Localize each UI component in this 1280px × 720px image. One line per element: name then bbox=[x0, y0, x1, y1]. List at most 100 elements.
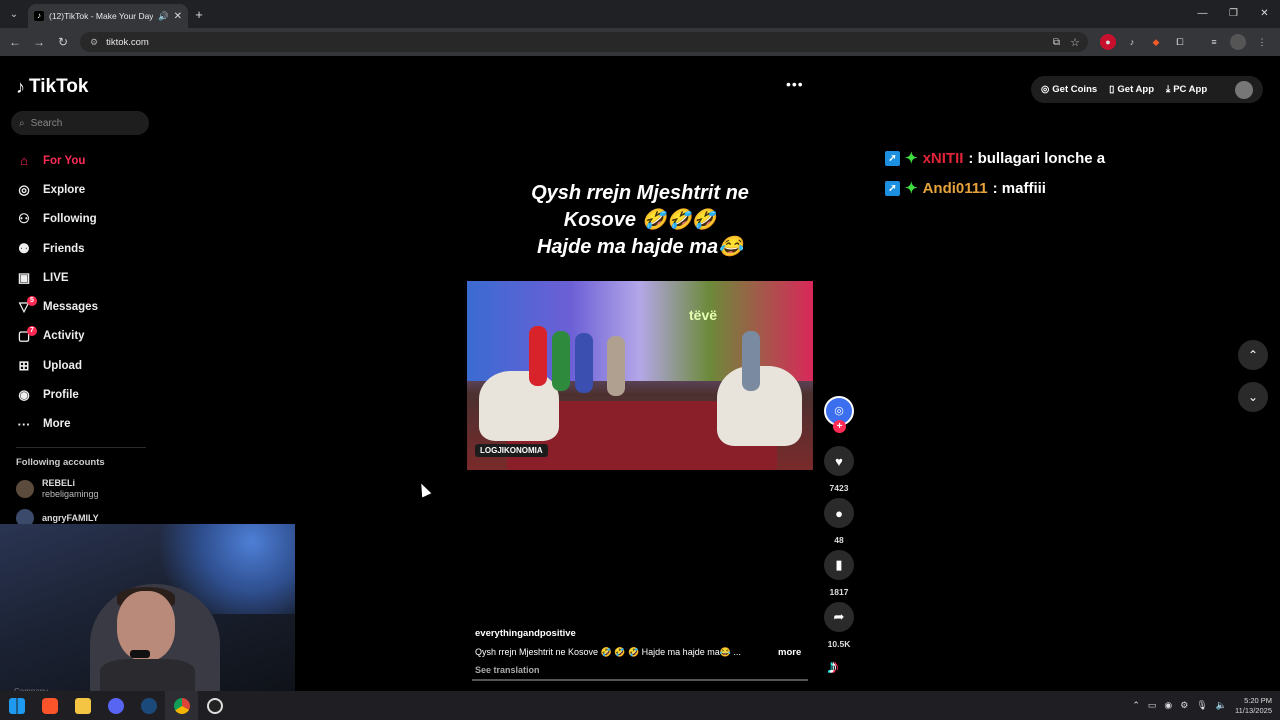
webcam-overlay bbox=[0, 524, 295, 691]
tray-app-icon[interactable]: ▭ bbox=[1148, 700, 1157, 711]
reload-icon[interactable]: ↻ bbox=[51, 35, 75, 49]
sidebar-item-label: Upload bbox=[43, 359, 82, 372]
speaker-icon[interactable]: 🔊 bbox=[158, 11, 169, 22]
minimize-icon[interactable]: — bbox=[1187, 0, 1218, 28]
mouse-cursor-icon bbox=[416, 481, 432, 498]
bookmark-star-icon[interactable]: ☆ bbox=[1070, 36, 1080, 49]
comment-action[interactable]: ● 48 bbox=[824, 498, 854, 545]
video-player[interactable]: tëvë LOGJIKONOMIA bbox=[467, 281, 813, 470]
save-action[interactable]: ▮ 1817 bbox=[824, 550, 854, 597]
search-icon: ⌕ bbox=[19, 117, 25, 129]
upload-icon: ⊞ bbox=[18, 357, 30, 373]
sidebar-item-label: More bbox=[43, 418, 71, 431]
discord-icon[interactable] bbox=[99, 691, 132, 720]
chrome-icon[interactable] bbox=[165, 691, 198, 720]
account-name: REBELi bbox=[42, 478, 76, 488]
chat-text: : bullagari lonche a bbox=[968, 149, 1106, 167]
tab-list-icon[interactable]: ⌄ bbox=[0, 0, 28, 28]
compass-icon: ◎ bbox=[18, 181, 30, 197]
address-bar[interactable]: ⚙ tiktok.com ⧉ ☆ bbox=[80, 32, 1088, 52]
activity-badge: 7 bbox=[27, 325, 37, 336]
profile-icon: ◉ bbox=[18, 387, 30, 403]
chat-username: xNITII bbox=[922, 149, 964, 167]
more-button[interactable]: more bbox=[778, 647, 801, 658]
tray-app-icon[interactable]: ⚙ bbox=[1180, 700, 1188, 711]
sidebar-item-messages[interactable]: ▽ 5 Messages bbox=[16, 292, 156, 321]
sidebar-item-label: LIVE bbox=[43, 271, 69, 284]
back-icon[interactable]: ← bbox=[3, 35, 27, 49]
get-coins-button[interactable]: ◎ Get Coins bbox=[1041, 84, 1097, 95]
sidebar-item-for-you[interactable]: ⌂ For You bbox=[16, 146, 156, 175]
channel-logo: tëvë bbox=[689, 307, 718, 323]
save-count: 1817 bbox=[829, 587, 849, 597]
next-video-chevron-down-icon[interactable]: ⌄ bbox=[1238, 382, 1268, 412]
header-actions: ◎ Get Coins ▯ Get App ⤓ PC App bbox=[1031, 76, 1263, 103]
author-username[interactable]: everythingandpositive bbox=[475, 628, 805, 639]
sidebar-item-explore[interactable]: ◎ Explore bbox=[16, 175, 156, 204]
file-explorer-icon[interactable] bbox=[66, 691, 99, 720]
see-translation-link[interactable]: See translation bbox=[475, 665, 805, 675]
menu-kebab-icon[interactable]: ⋮ bbox=[1254, 34, 1270, 50]
tray-app-icon[interactable]: ◉ bbox=[1164, 700, 1172, 711]
forward-icon[interactable]: → bbox=[27, 35, 51, 49]
search-input[interactable]: ⌕ Search bbox=[11, 111, 149, 135]
sidebar-item-upload[interactable]: ⊞ Upload bbox=[16, 351, 156, 380]
tiktok-logo[interactable]: ♪ TikTok bbox=[16, 76, 88, 98]
heart-icon[interactable]: ♥ bbox=[824, 446, 854, 476]
clock-date: 11/13/2025 bbox=[1235, 705, 1272, 715]
video-person bbox=[575, 333, 593, 393]
start-windows-icon[interactable] bbox=[0, 691, 33, 720]
chat-message: ➚ ✦ Andi0111 : maffiii bbox=[885, 173, 1105, 203]
tray-chevron-icon[interactable]: ⌃ bbox=[1132, 700, 1140, 711]
restore-icon[interactable]: ❐ bbox=[1218, 0, 1249, 28]
new-tab-button[interactable]: + bbox=[188, 7, 210, 22]
more-options-icon[interactable]: ••• bbox=[786, 76, 804, 92]
download-icon: ⤓ bbox=[1166, 84, 1171, 95]
sidebar-item-friends[interactable]: ⚉ Friends bbox=[16, 234, 156, 263]
share-action[interactable]: ➦ 10.5K bbox=[824, 602, 854, 649]
sidebar-item-activity[interactable]: ▢ 7 Activity bbox=[16, 322, 156, 351]
video-title-line: Hajde ma hajde ma😂 bbox=[536, 236, 744, 258]
sound-disc-icon[interactable]: ♪ bbox=[828, 656, 838, 679]
user-avatar[interactable] bbox=[1235, 80, 1253, 99]
search-placeholder: Search bbox=[30, 117, 63, 129]
following-account[interactable]: REBELi rebeligamingg bbox=[16, 478, 99, 500]
sidebar-item-more[interactable]: ··· More bbox=[16, 410, 156, 439]
tiktok-favicon-icon: ♪ bbox=[34, 11, 44, 21]
close-window-icon[interactable]: ✕ bbox=[1249, 0, 1280, 28]
pc-app-button[interactable]: ⤓ PC App bbox=[1166, 84, 1207, 95]
obs-icon[interactable] bbox=[198, 691, 231, 720]
sidebar-item-live[interactable]: ▣ LIVE bbox=[16, 263, 156, 292]
friends-icon: ⚉ bbox=[18, 240, 30, 256]
site-info-icon[interactable]: ⚙ bbox=[90, 37, 98, 48]
microphone-icon[interactable]: 🎙 bbox=[1196, 700, 1207, 711]
profile-avatar-icon[interactable] bbox=[1230, 34, 1246, 50]
reading-list-icon[interactable]: ≡ bbox=[1206, 34, 1222, 50]
sidebar-menu: ⌂ For You ◎ Explore ⚇ Following ⚉ Friend… bbox=[16, 146, 156, 439]
close-tab-icon[interactable]: ✕ bbox=[174, 11, 182, 22]
previous-video-chevron-up-icon[interactable]: ⌃ bbox=[1238, 340, 1268, 370]
extension-orange-icon[interactable]: ◆ bbox=[1148, 34, 1164, 50]
volume-icon[interactable]: 🔈 bbox=[1216, 700, 1227, 711]
steam-icon[interactable] bbox=[132, 691, 165, 720]
video-person bbox=[607, 336, 625, 396]
video-progress-bar[interactable] bbox=[472, 679, 808, 681]
get-app-button[interactable]: ▯ Get App bbox=[1109, 84, 1154, 95]
comment-icon[interactable]: ● bbox=[824, 498, 854, 528]
extension-red-icon[interactable]: ● bbox=[1100, 34, 1116, 50]
extensions-puzzle-icon[interactable]: ⧠ bbox=[1172, 34, 1188, 50]
sidebar-item-profile[interactable]: ◉ Profile bbox=[16, 380, 156, 409]
like-count: 7423 bbox=[829, 483, 849, 493]
sidebar-item-label: Profile bbox=[43, 389, 79, 402]
clock[interactable]: 5:20 PM 11/13/2025 bbox=[1235, 696, 1272, 716]
bookmark-icon[interactable]: ▮ bbox=[824, 550, 854, 580]
install-icon[interactable]: ⧉ bbox=[1053, 37, 1060, 48]
like-action[interactable]: ♥ 7423 bbox=[824, 446, 854, 493]
share-icon[interactable]: ➦ bbox=[824, 602, 854, 632]
sidebar-item-following[interactable]: ⚇ Following bbox=[16, 205, 156, 234]
video-person bbox=[529, 326, 547, 386]
browser-tab[interactable]: ♪ (12)TikTok - Make Your Day 🔊 ✕ bbox=[28, 4, 188, 28]
follow-plus-button[interactable]: + bbox=[833, 420, 846, 433]
extension-tt-icon[interactable]: ♪ bbox=[1124, 34, 1140, 50]
brave-icon[interactable] bbox=[33, 691, 66, 720]
